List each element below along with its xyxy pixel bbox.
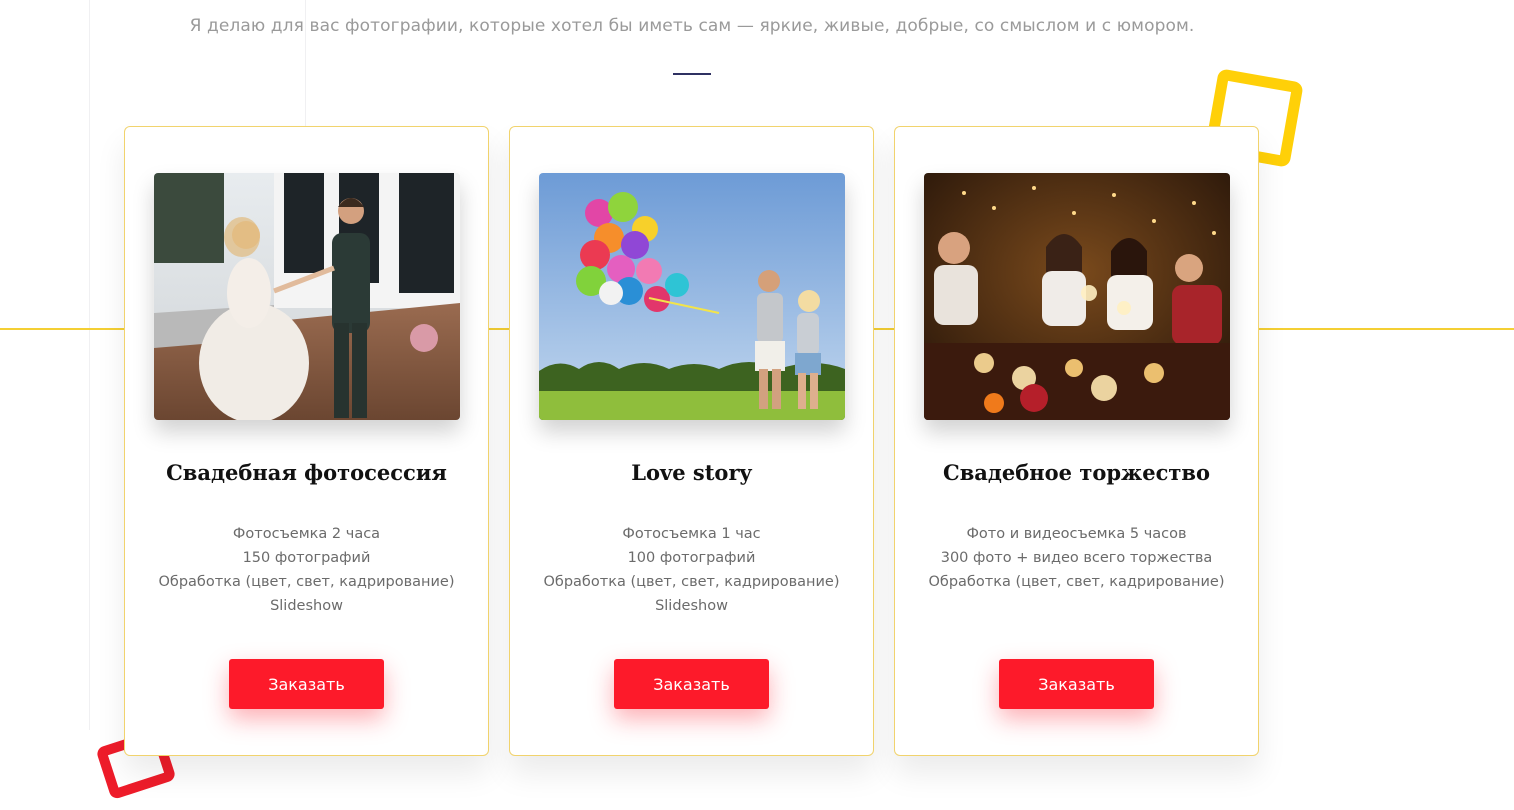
feature-item: Фото и видеосъемка 5 часов [966, 526, 1187, 542]
celebration-party-photo [924, 173, 1230, 420]
feature-item: Slideshow [270, 598, 343, 614]
intro-text: Я делаю для вас фотографии, которые хоте… [189, 16, 1195, 36]
feature-item: Обработка (цвет, свет, кадрирование) [158, 574, 455, 590]
feature-item: Обработка (цвет, свет, кадрирование) [928, 574, 1225, 590]
feature-item: 100 фотографий [627, 550, 756, 566]
order-button[interactable]: Заказать [229, 659, 384, 709]
couple-with-balloons-photo [539, 173, 845, 420]
feature-item: Slideshow [655, 598, 728, 614]
service-card-wedding-celebration: Свадебное торжество Фото и видеосъемка 5… [894, 126, 1259, 756]
card-title: Love story [631, 460, 752, 485]
card-title: Свадебное торжество [943, 460, 1210, 485]
service-card-wedding-photoshoot: Свадебная фотосессия Фотосъемка 2 часа 1… [124, 126, 489, 756]
card-title: Свадебная фотосессия [166, 460, 447, 485]
feature-list: Фотосъемка 1 час 100 фотографий Обработк… [510, 522, 873, 618]
feature-item: 150 фотографий [242, 550, 371, 566]
decorative-guide-line [89, 0, 90, 730]
feature-item: Фотосъемка 1 час [622, 526, 761, 542]
feature-item: Обработка (цвет, свет, кадрирование) [543, 574, 840, 590]
wedding-couple-photo [154, 173, 460, 420]
feature-list: Фотосъемка 2 часа 150 фотографий Обработ… [125, 522, 488, 618]
order-button[interactable]: Заказать [614, 659, 769, 709]
service-card-love-story: Love story Фотосъемка 1 час 100 фотограф… [509, 126, 874, 756]
order-button[interactable]: Заказать [999, 659, 1154, 709]
feature-item: 300 фото + видео всего торжества [940, 550, 1213, 566]
intro-underline [673, 73, 711, 75]
feature-list: Фото и видеосъемка 5 часов 300 фото + ви… [895, 522, 1258, 594]
feature-item: Фотосъемка 2 часа [232, 526, 381, 542]
